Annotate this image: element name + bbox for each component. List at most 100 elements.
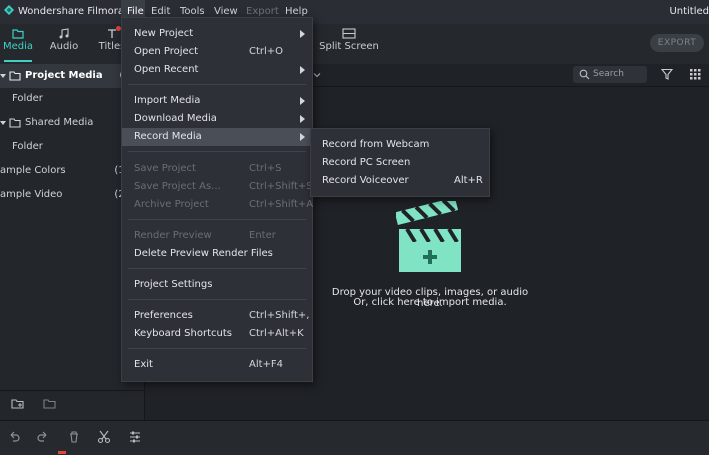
trash-icon[interactable] bbox=[67, 430, 81, 444]
record-media-submenu: Record from Webcam Record PC Screen Reco… bbox=[310, 128, 490, 197]
menu-item-label: Archive Project bbox=[134, 199, 209, 210]
submenu-arrow-icon bbox=[300, 66, 305, 74]
menu-separator bbox=[128, 151, 306, 152]
tree-item-project-media[interactable]: Project Media (0 bbox=[0, 64, 135, 88]
folder-icon bbox=[9, 71, 21, 81]
menu-item-label: Save Project bbox=[134, 163, 196, 174]
drop-hint-line2[interactable]: Or, click here to import media. bbox=[330, 297, 530, 308]
tree-item-sample-video[interactable]: ample Video (20 bbox=[0, 183, 135, 207]
menu-item-shortcut: Ctrl+Shift+S bbox=[249, 181, 313, 192]
search-input[interactable]: Search bbox=[573, 66, 647, 83]
menu-item-download-media[interactable]: Download Media bbox=[122, 110, 312, 128]
menu-item-record-media[interactable]: Record Media bbox=[122, 128, 312, 146]
menu-export[interactable]: Export bbox=[246, 6, 279, 17]
menu-item-render-preview[interactable]: Render Preview Enter bbox=[122, 227, 312, 245]
tree-item-folder[interactable]: Folder (0 bbox=[0, 87, 135, 111]
folder-icon[interactable] bbox=[43, 398, 56, 410]
menu-view[interactable]: View bbox=[214, 6, 238, 17]
menu-item-label: Render Preview bbox=[134, 230, 212, 241]
adjust-sliders-icon[interactable] bbox=[128, 430, 142, 444]
menu-separator bbox=[128, 299, 306, 300]
menu-edit[interactable]: Edit bbox=[151, 6, 170, 17]
tree-item-label: ample Colors bbox=[0, 165, 66, 176]
window-title: Untitled bbox=[669, 6, 709, 17]
menu-item-open-recent[interactable]: Open Recent bbox=[122, 61, 312, 79]
undo-icon[interactable] bbox=[7, 430, 21, 444]
app-name: Wondershare Filmora bbox=[18, 6, 124, 17]
menu-item-label: Keyboard Shortcuts bbox=[134, 328, 232, 339]
search-placeholder: Search bbox=[593, 69, 624, 79]
menu-item-shortcut: Ctrl+Alt+K bbox=[249, 328, 304, 339]
menu-item-label: Open Recent bbox=[134, 64, 199, 75]
menu-item-archive-project[interactable]: Archive Project Ctrl+Shift+A bbox=[122, 196, 314, 214]
menu-item-shortcut: Ctrl+O bbox=[249, 46, 284, 57]
menu-item-project-settings[interactable]: Project Settings bbox=[122, 276, 312, 294]
menu-item-label: Import Media bbox=[134, 95, 201, 106]
menu-item-preferences[interactable]: Preferences Ctrl+Shift+, bbox=[122, 307, 312, 325]
tree-item-shared-media[interactable]: Shared Media (0 bbox=[0, 111, 135, 135]
file-menu-dropdown: New Project Open Project Ctrl+O Open Rece… bbox=[121, 17, 313, 382]
menu-file-label: File bbox=[127, 6, 144, 17]
menu-item-label: Preferences bbox=[134, 310, 193, 321]
menu-item-exit[interactable]: Exit Alt+F4 bbox=[122, 356, 312, 374]
menu-separator bbox=[128, 348, 306, 349]
split-screen-icon bbox=[342, 28, 356, 39]
menu-item-label: Record Voiceover bbox=[322, 175, 409, 186]
filter-icon[interactable] bbox=[661, 68, 673, 80]
menu-item-shortcut: Alt+R bbox=[454, 175, 483, 186]
menu-item-label: Save Project As... bbox=[134, 181, 221, 192]
menu-item-shortcut: Ctrl+Shift+, bbox=[249, 310, 310, 321]
tree-item-label: Folder bbox=[12, 93, 43, 104]
menu-item-delete-preview-render-files[interactable]: Delete Preview Render Files bbox=[122, 245, 312, 263]
tree-item-label: ample Video bbox=[0, 189, 63, 200]
folder-icon bbox=[9, 118, 21, 128]
menu-item-record-pc-screen[interactable]: Record PC Screen bbox=[311, 154, 489, 172]
menu-item-label: Delete Preview Render Files bbox=[134, 248, 273, 259]
menu-separator bbox=[128, 219, 306, 220]
tree-item-sample-colors[interactable]: ample Colors (15 bbox=[0, 159, 135, 183]
tab-split-screen-label: Split Screen bbox=[319, 41, 379, 52]
tab-split-screen[interactable]: Split Screen bbox=[318, 24, 380, 62]
scissors-icon[interactable] bbox=[97, 430, 111, 444]
menu-item-label: Record PC Screen bbox=[322, 157, 411, 168]
menu-item-shortcut: Ctrl+S bbox=[249, 163, 282, 174]
tab-media[interactable]: Media bbox=[0, 24, 36, 62]
menu-item-import-media[interactable]: Import Media bbox=[122, 92, 312, 110]
chevron-down-icon[interactable] bbox=[313, 71, 321, 79]
submenu-arrow-icon bbox=[300, 30, 305, 38]
tab-audio-label: Audio bbox=[49, 41, 79, 52]
menu-help[interactable]: Help bbox=[285, 6, 308, 17]
menu-item-record-from-webcam[interactable]: Record from Webcam bbox=[311, 136, 489, 154]
menu-item-keyboard-shortcuts[interactable]: Keyboard Shortcuts Ctrl+Alt+K bbox=[122, 325, 312, 343]
submenu-arrow-icon bbox=[300, 133, 305, 141]
menu-item-open-project[interactable]: Open Project Ctrl+O bbox=[122, 43, 312, 61]
clapperboard-icon[interactable] bbox=[396, 201, 464, 275]
grid-view-icon[interactable] bbox=[690, 69, 701, 80]
menu-item-shortcut: Ctrl+Shift+A bbox=[249, 199, 314, 210]
menu-item-save-project[interactable]: Save Project Ctrl+S bbox=[122, 160, 312, 178]
redo-icon[interactable] bbox=[36, 430, 50, 444]
menu-item-label: Exit bbox=[134, 359, 153, 370]
export-button[interactable]: EXPORT bbox=[650, 34, 704, 52]
menu-item-label: New Project bbox=[134, 28, 194, 39]
tree-item-label: Folder bbox=[12, 141, 43, 152]
menu-item-record-voiceover[interactable]: Record Voiceover Alt+R bbox=[311, 172, 489, 190]
menu-tools[interactable]: Tools bbox=[180, 6, 205, 17]
menu-item-label: Download Media bbox=[134, 113, 217, 124]
caret-down-icon bbox=[0, 121, 6, 125]
menu-separator bbox=[128, 84, 306, 85]
folder-icon bbox=[12, 29, 24, 39]
tree-item-folder[interactable]: Folder (0 bbox=[0, 135, 135, 159]
tree-item-label: Shared Media bbox=[25, 117, 94, 128]
tab-media-label: Media bbox=[2, 41, 34, 52]
menu-item-label: Project Settings bbox=[134, 279, 213, 290]
menu-item-save-project-as[interactable]: Save Project As... Ctrl+Shift+S bbox=[122, 178, 313, 196]
submenu-arrow-icon bbox=[300, 97, 305, 105]
menu-separator bbox=[128, 268, 306, 269]
menu-item-new-project[interactable]: New Project bbox=[122, 25, 312, 43]
tab-audio[interactable]: Audio bbox=[46, 24, 82, 62]
search-icon bbox=[579, 69, 590, 80]
new-folder-icon[interactable] bbox=[11, 398, 24, 410]
filmora-logo-icon bbox=[4, 5, 14, 15]
menu-item-label: Open Project bbox=[134, 46, 199, 57]
